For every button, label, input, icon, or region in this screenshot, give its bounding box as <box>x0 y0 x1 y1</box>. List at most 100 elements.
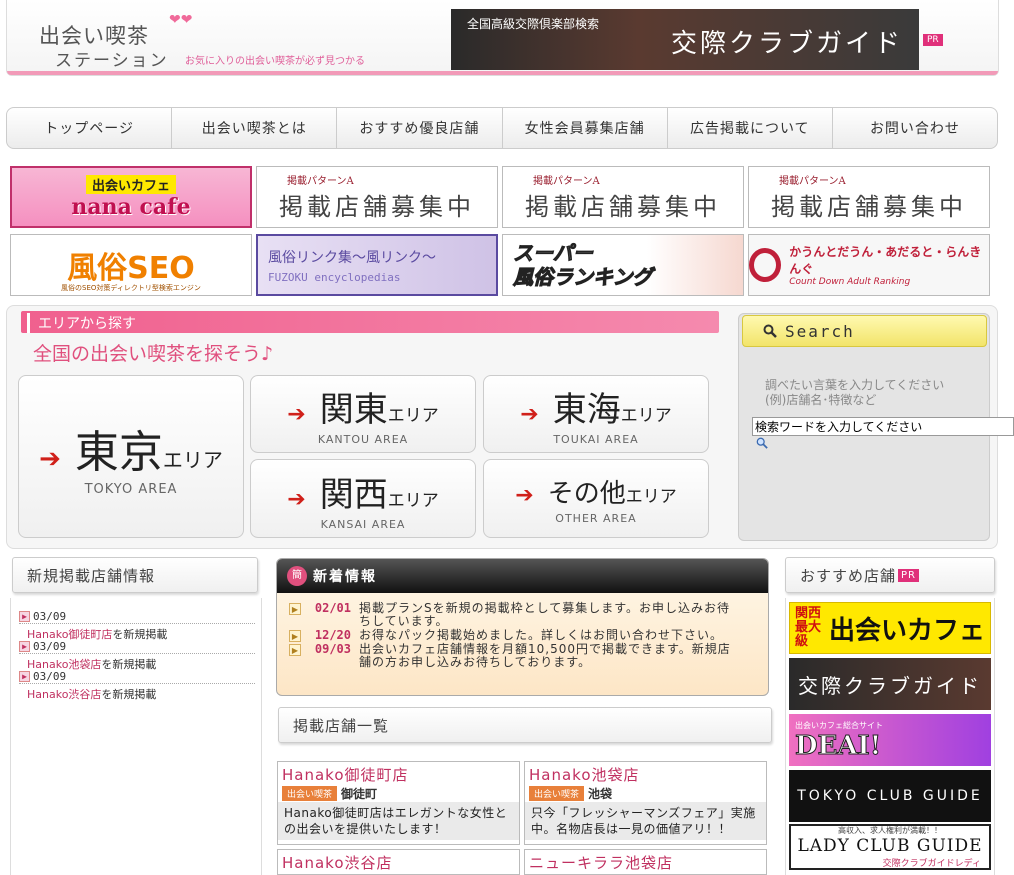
recommended-banner-kansai-cafe[interactable]: 関西最大級 出会いカフェ <box>789 602 991 654</box>
search-icon <box>756 437 768 449</box>
store-location: 御徒町 <box>341 786 378 801</box>
new-store-suffix: を新規掲載 <box>101 688 157 701</box>
news-icon: 簡 <box>287 566 307 586</box>
store-name[interactable]: Hanako御徒町店 <box>278 762 519 785</box>
fuzoku-seo-banner[interactable]: 風俗SEO 風俗のSEO対策ディレクトリ型検索エンジン <box>10 234 252 296</box>
arrow-right-icon: ➔ <box>39 444 61 474</box>
store-name[interactable]: Hanako池袋店 <box>525 762 766 785</box>
store-location: 池袋 <box>588 786 613 801</box>
arrow-bullet-icon: ▶ <box>289 603 301 615</box>
ad-slot-banner-3[interactable]: 掲載パターンA 掲載店舗募集中 <box>748 166 990 228</box>
ad-slot-big-text: 掲載店舗募集中 <box>525 193 721 221</box>
store-card[interactable]: Hanako池袋店 出会い喫茶 池袋 只今「フレッシャーマンズフェア」実施中。名… <box>524 761 767 845</box>
super-ranking-banner[interactable]: スーパー 風俗ランキング <box>502 234 744 296</box>
search-hint: 調べたい言葉を入力してください (例)店舗名･特徴など <box>765 378 944 408</box>
new-store-date: 03/09 <box>33 610 67 623</box>
pr-badge: PR <box>898 568 919 582</box>
arrow-bullet-icon: ▶ <box>19 611 30 622</box>
search-hint-line-1: 調べたい言葉を入力してください <box>765 378 945 392</box>
search-header: Search <box>742 315 987 347</box>
area-button-kantou[interactable]: ➔ 関東 エリア KANTOU AREA <box>250 375 476 453</box>
store-description: Hanako御徒町店はエレガントな女性との出会いを提供いたします！ <box>278 802 519 840</box>
area-name: 関東 <box>319 390 388 430</box>
nav-top[interactable]: トップページ <box>7 108 173 148</box>
store-card[interactable]: ニューキララ池袋店 <box>524 849 767 875</box>
site-tagline: お気に入りの出会い喫茶が必ず見つかる <box>185 56 365 67</box>
nana-cafe-banner[interactable]: 出会いカフェ nana cafe <box>10 166 252 228</box>
area-name-en: TOKYO AREA <box>84 482 178 497</box>
news-item: ▶ 02/01 掲載プランSを新規の掲載枠として募集します。お申し込みお待ちして… <box>277 602 768 628</box>
countdown-ranking-banner[interactable]: かうんとだうん・あだると・らんきんぐ Count Down Adult Rank… <box>748 234 990 296</box>
area-suffix: エリア <box>162 448 223 472</box>
fuzoku-link-title: 風俗リンク集～風リンク～ <box>268 249 436 266</box>
site-logo-sub[interactable]: ステーション <box>55 46 169 71</box>
area-heading: 全国の出会い喫茶を探そう♪ <box>33 343 274 365</box>
nav-advertise[interactable]: 広告掲載について <box>668 108 833 148</box>
nana-cafe-top-text: 出会いカフェ <box>85 174 176 194</box>
rb5-big-text: LADY CLUB GUIDE <box>797 836 983 856</box>
fuzoku-link-subtitle: FUZOKU encyclopedias <box>268 270 401 284</box>
news-text: 出会いカフェ店舗情報を月額10,500円で掲載できます。新規店舗の方お申し込みお… <box>359 642 731 669</box>
rb5-jp-text: 交際クラブガイドレディ <box>882 859 981 869</box>
recommended-title: おすすめ店舗 PR <box>785 557 995 593</box>
news-header: 簡 新着情報 <box>277 559 768 593</box>
site-header: 出会い喫茶 ステーション ❤❤ お気に入りの出会い喫茶が必ず見つかる 全国高級交… <box>6 0 999 76</box>
area-name-en: KANSAI AREA <box>320 517 406 531</box>
rb3-big-text: DEAI! <box>794 730 882 761</box>
arrow-right-icon: ➔ <box>515 482 534 508</box>
search-input[interactable] <box>752 417 1014 436</box>
list-item[interactable]: ▶ 03/09 Hanako渋谷店を新規掲載 <box>19 670 255 702</box>
news-date: 02/01 <box>314 601 351 615</box>
area-button-tokyo[interactable]: ➔ 東京 エリア TOKYO AREA <box>18 375 244 538</box>
area-name-en: OTHER AREA <box>555 511 637 525</box>
rb4-text: TOKYO CLUB GUIDE <box>797 788 983 804</box>
rb3-small-text: 出会いカフェ総合サイト <box>795 720 883 730</box>
area-suffix: エリア <box>625 486 677 507</box>
store-name[interactable]: ニューキララ池袋店 <box>525 850 766 873</box>
list-item[interactable]: ▶ 03/09 Hanako池袋店を新規掲載 <box>19 640 255 672</box>
recommended-banner-tokyo-club[interactable]: TOKYO CLUB GUIDE <box>789 770 991 822</box>
news-item: ▶ 12/20 お得なパック掲載始めました。詳しくはお問い合わせ下さい。 <box>277 629 768 642</box>
area-button-other[interactable]: ➔ その他 エリア OTHER AREA <box>483 459 709 538</box>
store-card[interactable]: Hanako渋谷店 <box>277 849 520 875</box>
news-date: 12/20 <box>314 628 351 642</box>
news-title: 新着情報 <box>313 569 377 585</box>
fuzoku-link-banner[interactable]: 風俗リンク集～風リンク～ FUZOKU encyclopedias <box>256 234 498 296</box>
store-name[interactable]: Hanako渋谷店 <box>278 850 519 873</box>
fuzoku-seo-subtitle: 風俗のSEO対策ディレクトリ型検索エンジン <box>61 284 201 292</box>
global-nav: トップページ 出会い喫茶とは おすすめ優良店舗 女性会員募集店舗 広告掲載につい… <box>6 107 998 149</box>
countdown-subtitle: Count Down Adult Ranking <box>789 277 911 287</box>
list-item[interactable]: ▶ 03/09 Hanako御徒町店を新規掲載 <box>19 610 255 642</box>
new-stores-list: ▶ 03/09 Hanako御徒町店を新規掲載 ▶ 03/09 Hanako池袋店を… <box>10 598 262 875</box>
recommended-banner-deai-cafe[interactable]: 出会いカフェ総合サイト DEAI! <box>789 714 991 766</box>
super-ranking-line-1: スーパー <box>513 241 594 266</box>
nav-recommended[interactable]: おすすめ優良店舗 <box>337 108 503 148</box>
rb2-text: 交際クラブガイド <box>798 673 982 698</box>
store-category-badge: 出会い喫茶 <box>282 785 338 801</box>
recommended-banner-lady-club[interactable]: 高収入、求人権利が満載！！ LADY CLUB GUIDE 交際クラブガイドレデ… <box>789 824 991 870</box>
area-button-toukai[interactable]: ➔ 東海 エリア TOUKAI AREA <box>483 375 709 453</box>
area-name-en: KANTOU AREA <box>317 433 409 446</box>
store-category-badge: 出会い喫茶 <box>529 785 585 801</box>
nav-female-recruit[interactable]: 女性会員募集店舗 <box>503 108 668 148</box>
nav-contact[interactable]: お問い合わせ <box>833 108 997 148</box>
nav-about[interactable]: 出会い喫茶とは <box>172 108 338 148</box>
arrow-right-icon: ➔ <box>520 402 539 427</box>
ad-slot-small-text: 掲載パターンA <box>533 176 600 187</box>
ad-slot-banner-2[interactable]: 掲載パターンA 掲載店舗募集中 <box>502 166 744 228</box>
search-submit-button[interactable] <box>756 437 768 452</box>
recommended-banner-club-guide[interactable]: 交際クラブガイド <box>789 658 991 710</box>
area-suffix: エリア <box>387 406 439 426</box>
new-store-link[interactable]: Hanako渋谷店 <box>27 688 101 701</box>
countdown-logo-icon <box>749 248 782 282</box>
area-name: その他 <box>547 478 626 509</box>
header-ad-banner[interactable]: 全国高級交際倶楽部検索 交際クラブガイド <box>451 9 919 70</box>
arrow-bullet-icon: ▶ <box>19 641 30 652</box>
ad-slot-banner-1[interactable]: 掲載パターンA 掲載店舗募集中 <box>256 166 498 228</box>
header-banner-small-text: 全国高級交際倶楽部検索 <box>467 17 600 31</box>
area-button-kansai[interactable]: ➔ 関西 エリア KANSAI AREA <box>250 459 476 538</box>
store-card[interactable]: Hanako御徒町店 出会い喫茶 御徒町 Hanako御徒町店はエレガントな女性… <box>277 761 520 845</box>
new-store-date: 03/09 <box>33 670 67 683</box>
nana-cafe-logo: nana cafe <box>71 193 191 220</box>
ad-slot-big-text: 掲載店舗募集中 <box>279 193 475 221</box>
